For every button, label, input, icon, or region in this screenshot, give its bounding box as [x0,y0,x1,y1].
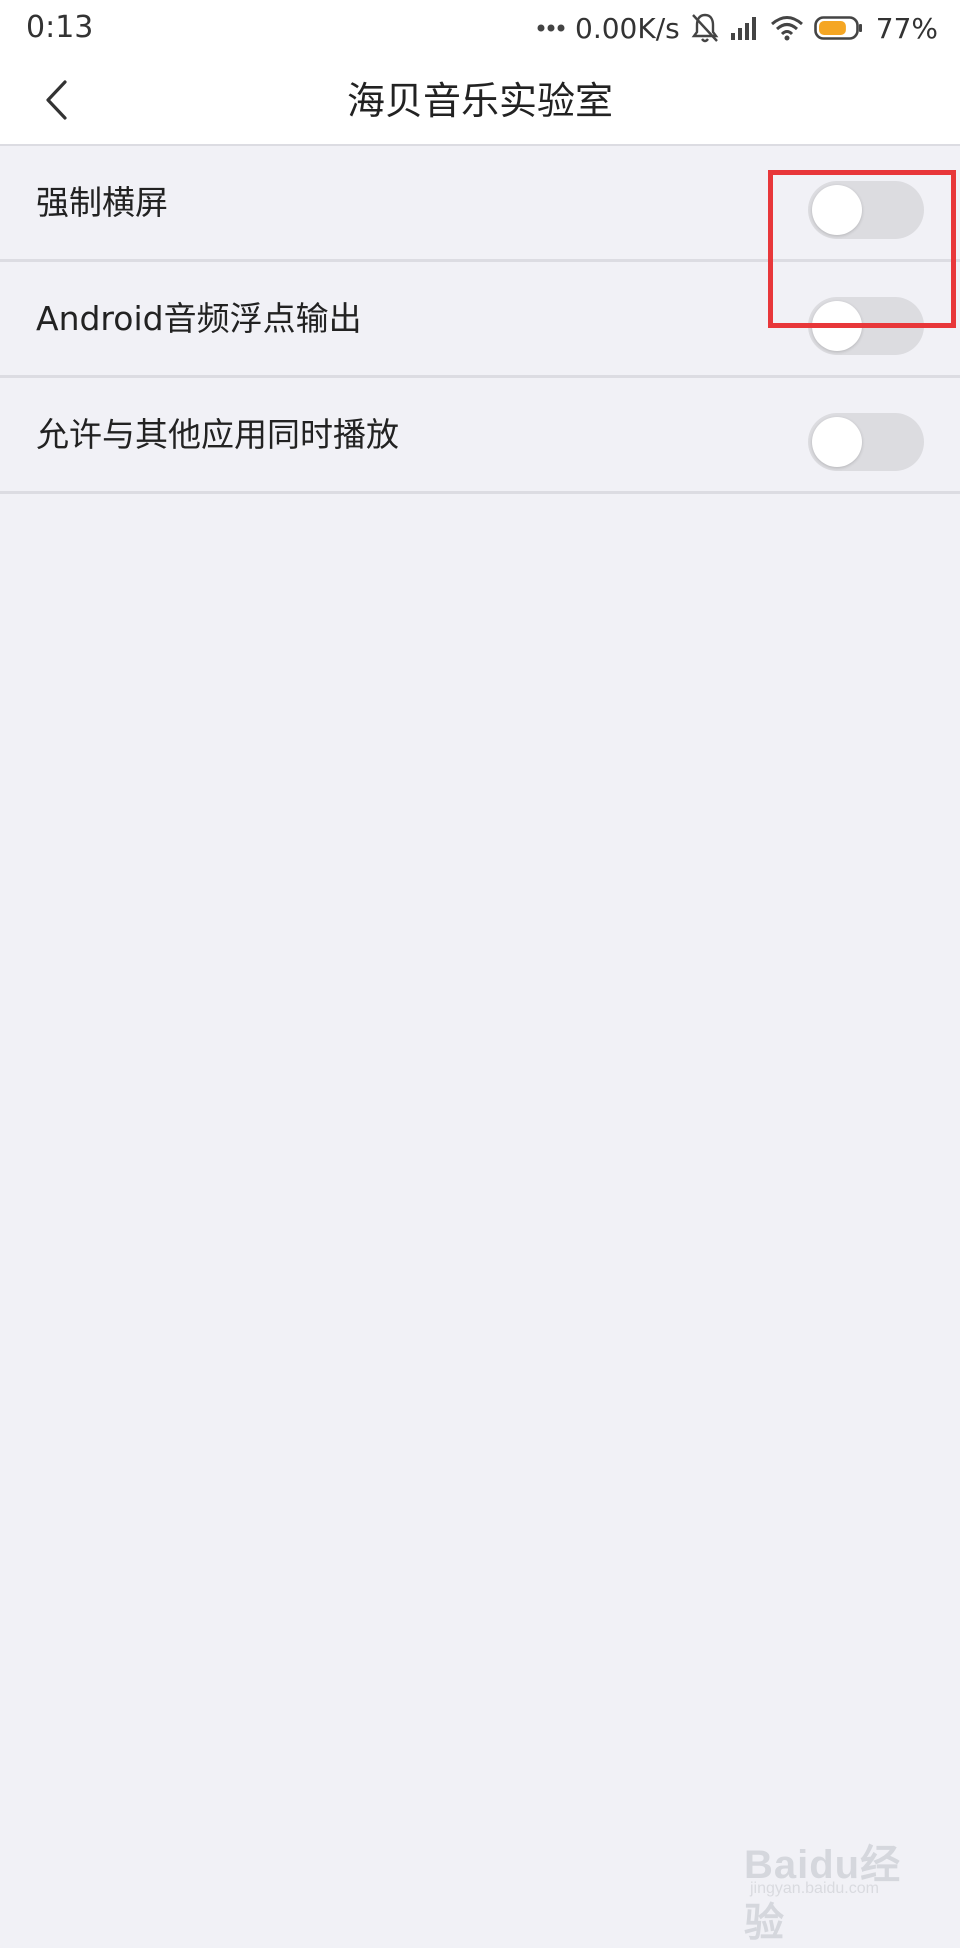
watermark-sub: jingyan.baidu.com [750,1880,879,1897]
toggle-knob [812,301,862,351]
setting-row-float-output: Android音频浮点输出 [0,262,960,378]
signal-bars-icon [730,15,760,41]
mix-playback-toggle[interactable] [808,413,924,471]
status-bar: 0:13 0.00K/s 77% [0,0,960,58]
page-title: 海贝音乐实验室 [346,79,613,123]
setting-row-force-landscape: 强制横屏 [0,146,960,262]
baidu-watermark-logo: Baidu经验 jingyan.baidu.com [744,1828,934,1945]
status-icons: 0.00K/s 77% [537,8,938,48]
setting-row-mix-playback: 允许与其他应用同时播放 [0,378,960,494]
float-output-toggle[interactable] [808,297,924,355]
wifi-icon [770,14,804,42]
force-landscape-toggle[interactable] [808,181,924,239]
battery-icon [813,15,864,41]
toggle-knob [812,185,862,235]
more-dots-icon [537,23,565,33]
settings-list: 强制横屏 Android音频浮点输出 允许与其他应用同时播放 [0,146,960,494]
back-button[interactable] [26,72,86,132]
network-speed: 0.00K/s [575,11,680,45]
toggle-knob [812,417,862,467]
setting-label: Android音频浮点输出 [36,299,362,338]
setting-label: 强制横屏 [36,183,168,222]
setting-label: 允许与其他应用同时播放 [36,415,399,454]
chevron-left-icon [43,79,69,125]
nav-bar: 海贝音乐实验室 [0,58,960,146]
battery-percent: 77% [875,11,938,45]
status-time: 0:13 [26,10,94,45]
bell-muted-icon [690,12,720,44]
